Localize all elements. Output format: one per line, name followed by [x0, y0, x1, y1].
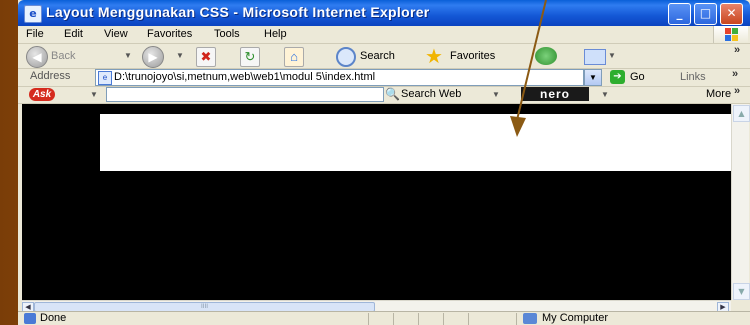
go-arrow-icon[interactable]: ➔: [610, 70, 625, 84]
more-overflow-icon[interactable]: »: [734, 85, 740, 97]
toolbar-overflow-icon[interactable]: »: [734, 44, 740, 56]
page-content: [22, 104, 731, 300]
menu-view[interactable]: View: [104, 28, 128, 40]
ie-icon: e: [24, 5, 42, 23]
links-button[interactable]: Links: [680, 71, 706, 83]
page-done-icon: [24, 313, 36, 324]
vertical-scrollbar[interactable]: ▲ ▼: [731, 104, 750, 300]
standard-toolbar: ◀ Back ▼ ▶ ▼ ✖ ↻ ⌂ Search ★ Favorites ▼ …: [18, 44, 750, 69]
my-computer-icon: [523, 313, 537, 324]
search-web-button[interactable]: Search Web: [401, 88, 461, 100]
ask-toolbar: Ask ▼ 🔍 Search Web ▼ nero ▼ More »: [18, 85, 750, 104]
back-button[interactable]: Back: [51, 50, 75, 62]
favorites-star-icon[interactable]: ★: [425, 44, 443, 69]
status-divider: [393, 313, 394, 325]
nero-dropdown-icon[interactable]: ▼: [601, 90, 609, 99]
status-divider: [443, 313, 444, 325]
status-bar: Done My Computer: [18, 311, 750, 325]
address-dropdown-icon[interactable]: ▼: [584, 69, 602, 86]
scroll-up-icon[interactable]: ▲: [733, 105, 750, 122]
menu-bar: File Edit View Favorites Tools Help: [18, 26, 750, 44]
more-button[interactable]: More: [706, 88, 731, 100]
home-icon[interactable]: ⌂: [284, 47, 304, 67]
go-button[interactable]: Go: [630, 71, 645, 83]
back-dropdown-icon[interactable]: ▼: [124, 51, 132, 60]
menu-favorites[interactable]: Favorites: [147, 28, 192, 40]
forward-arrow-icon[interactable]: ▶: [142, 46, 164, 68]
address-label: Address: [30, 70, 71, 82]
browser-window: e Layout Menggunakan CSS - Microsoft Int…: [18, 0, 750, 325]
status-divider: [418, 313, 419, 325]
search-web-dropdown-icon[interactable]: ▼: [492, 90, 500, 99]
search-web-icon[interactable]: 🔍: [385, 87, 400, 101]
status-divider: [368, 313, 369, 325]
favorites-button[interactable]: Favorites: [450, 50, 495, 62]
ask-dropdown-icon[interactable]: ▼: [90, 90, 98, 99]
security-zone: My Computer: [542, 312, 609, 324]
refresh-icon[interactable]: ↻: [240, 47, 260, 67]
media-icon[interactable]: [535, 47, 557, 65]
address-value: D:\trunojoyo\si,metnum,web\web1\modul 5\…: [114, 71, 376, 83]
minimize-button[interactable]: _: [668, 3, 691, 25]
status-divider: [468, 313, 469, 325]
back-arrow-icon[interactable]: ◀: [26, 46, 48, 68]
status-text: Done: [40, 312, 67, 324]
ask-search-input[interactable]: [106, 87, 384, 102]
menu-file[interactable]: File: [26, 28, 44, 40]
menu-edit[interactable]: Edit: [64, 28, 83, 40]
page-icon: e: [98, 71, 112, 85]
header-div: [100, 114, 731, 171]
address-bar: Address e D:\trunojoyo\si,metnum,web\web…: [18, 68, 750, 87]
search-button[interactable]: Search: [360, 50, 395, 62]
title-bar[interactable]: e Layout Menggunakan CSS - Microsoft Int…: [18, 0, 750, 26]
windows-logo-icon: [713, 26, 748, 43]
forward-dropdown-icon[interactable]: ▼: [176, 51, 184, 60]
close-button[interactable]: ✕: [720, 3, 743, 25]
mail-icon[interactable]: [584, 49, 606, 65]
address-input[interactable]: e D:\trunojoyo\si,metnum,web\web1\modul …: [95, 69, 584, 86]
status-divider: [516, 313, 517, 325]
menu-tools[interactable]: Tools: [214, 28, 240, 40]
ask-logo[interactable]: Ask: [29, 88, 55, 101]
window-title: Layout Menggunakan CSS - Microsoft Inter…: [46, 4, 430, 20]
scroll-down-icon[interactable]: ▼: [733, 283, 750, 300]
mail-dropdown-icon[interactable]: ▼: [608, 51, 616, 60]
menu-help[interactable]: Help: [264, 28, 287, 40]
search-icon[interactable]: [336, 47, 356, 67]
links-overflow-icon[interactable]: »: [732, 68, 738, 80]
nero-logo[interactable]: nero: [521, 87, 589, 101]
stop-icon[interactable]: ✖: [196, 47, 216, 67]
maximize-button[interactable]: □: [694, 3, 717, 25]
